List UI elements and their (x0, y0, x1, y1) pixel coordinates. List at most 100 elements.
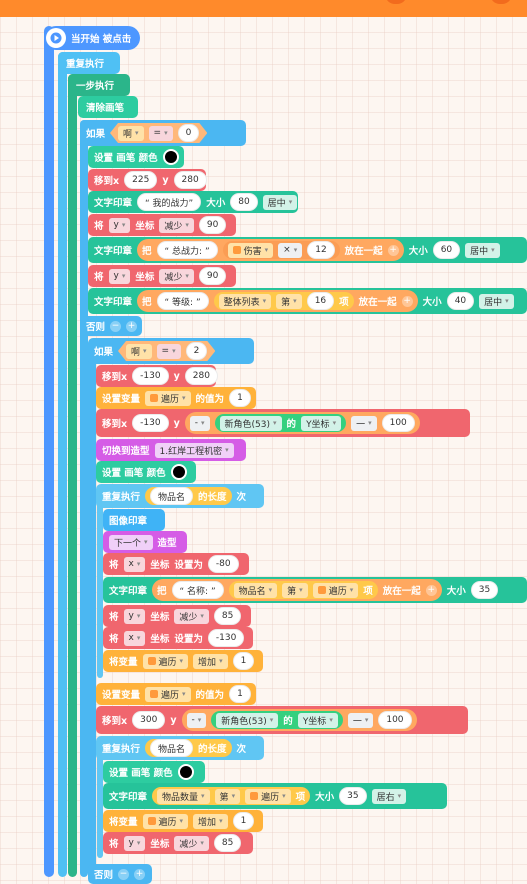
coord-value[interactable]: -130 (207, 629, 245, 647)
join-block[interactable]: 把 “ 名称: ” 物品名 ▾ 第 ▾ 遍历 ▾ 项 放在一起 + (152, 579, 442, 601)
loop-outer-block[interactable]: 重复执行 (58, 52, 120, 74)
set-coord-block-1[interactable]: 将 x ▾ 坐标 设置为 -80 (103, 553, 249, 575)
var-dropdown[interactable]: 遍历 ▾ (312, 582, 359, 598)
if-block-2[interactable]: 如果 啊 ▾ = ▾ 2 (88, 338, 254, 364)
list-dropdown[interactable]: 整体列表 ▾ (218, 293, 272, 309)
list-item-block[interactable]: 物品名 ▾ 第 ▾ 遍历 ▾ 项 (228, 581, 378, 599)
text-stamp-size[interactable]: 40 (446, 292, 475, 310)
move-x[interactable]: -130 (132, 367, 169, 385)
if1-var-dropdown[interactable]: 啊 ▾ (118, 126, 144, 141)
set-pen-color-block-3[interactable]: 设置 画笔 颜色 (103, 761, 205, 783)
op-dropdown[interactable]: 减少 ▾ (159, 217, 194, 233)
text-stamp-size[interactable]: 60 (432, 241, 461, 259)
subtract-block[interactable]: - ▾ 新角色(53) ▾ 的 Y坐标 ▾ 一 ▾ 100 (181, 709, 417, 731)
coord-value[interactable]: 85 (213, 834, 242, 852)
var-dropdown[interactable]: 遍历 ▾ (142, 813, 189, 829)
text-stamp-block-5[interactable]: 文字印章 物品数量 ▾ 第 ▾ 遍历 ▾ 项 大小 35 居右 ▾ (103, 783, 447, 809)
var-value-input[interactable]: 1 (232, 652, 255, 670)
coord-value[interactable]: 85 (213, 607, 242, 625)
var-value-input[interactable]: 1 (232, 812, 255, 830)
axis-dropdown[interactable]: y ▾ (123, 608, 146, 624)
move-to-block-2[interactable]: 移到x -130 y 280 (96, 365, 218, 387)
join-string[interactable]: “ 等级: ” (156, 292, 209, 310)
text-stamp-align-dropdown[interactable]: 居中 ▾ (465, 242, 500, 258)
move-y[interactable]: 280 (173, 171, 207, 189)
remove-icon[interactable]: − (118, 868, 130, 880)
var-dropdown[interactable]: 遍历 ▾ (145, 686, 191, 702)
join-block[interactable]: 把 “ 等级: ” 整体列表 ▾ 第 ▾ 16 项 放在一起 + (137, 290, 418, 312)
var-dropdown[interactable]: 遍历 ▾ (145, 390, 191, 406)
next-costume-block[interactable]: 下一个 ▾ 造型 (103, 531, 187, 553)
pen-color-swatch[interactable] (162, 149, 179, 165)
change-coord-block-2[interactable]: 将 y ▾ 坐标 减少 ▾ 90 (88, 265, 236, 287)
join-string[interactable]: “ 名称: ” (171, 581, 224, 599)
list-length-block[interactable]: 物品名 的长度 (145, 487, 232, 505)
text-stamp-size[interactable]: 80 (230, 193, 258, 211)
multiply-value[interactable]: 12 (307, 241, 335, 259)
text-stamp-block-1[interactable]: 文字印章 “ 我的战力” 大小 80 居中 ▾ (88, 191, 298, 213)
if1-op-dropdown[interactable]: = ▾ (149, 126, 173, 141)
subtract-block[interactable]: - ▾ 新角色(53) ▾ 的 Y坐标 ▾ 一 ▾ 100 (184, 412, 420, 434)
list-dropdown[interactable]: 物品名 ▾ (233, 582, 278, 598)
coord-value[interactable]: 90 (198, 216, 227, 234)
var-dropdown[interactable]: 遍历 ▾ (245, 788, 291, 804)
subtract-value[interactable]: 100 (381, 414, 415, 432)
change-coord-block-3[interactable]: 将 y ▾ 坐标 减少 ▾ 85 (103, 605, 251, 627)
join-string[interactable]: “ 总战力: ” (156, 241, 218, 259)
axis-dropdown[interactable]: x ▾ (123, 556, 146, 572)
repeat-block-1[interactable]: 重复执行 物品名 的长度 次 (96, 484, 264, 508)
if1-value[interactable]: 0 (178, 124, 200, 142)
repeat-block-2[interactable]: 重复执行 物品名 的长度 次 (96, 736, 264, 760)
change-variable-block-2[interactable]: 将变量 遍历 ▾ 增加 ▾ 1 (103, 810, 263, 832)
axis-dropdown[interactable]: y ▾ (108, 217, 131, 233)
add-icon[interactable]: + (126, 320, 138, 332)
list-length-block[interactable]: 物品名 的长度 (145, 739, 232, 757)
if2-var-dropdown[interactable]: 啊 ▾ (126, 344, 152, 359)
axis-dropdown[interactable]: y ▾ (108, 268, 131, 284)
text-stamp-align-dropdown[interactable]: 居右 ▾ (371, 788, 407, 804)
coord-value[interactable]: -80 (207, 555, 239, 573)
move-x[interactable]: 300 (132, 711, 166, 729)
text-stamp-size[interactable]: 35 (470, 581, 499, 599)
nth-dropdown[interactable]: 第 ▾ (276, 293, 302, 309)
sprite-dropdown[interactable]: 新角色(53) ▾ (219, 415, 282, 431)
multiply-block[interactable]: 伤害 ▾ × ▾ 12 (222, 241, 340, 259)
when-start-clicked-block[interactable]: 当开始 被点击 (44, 26, 140, 50)
set-coord-block-2[interactable]: 将 x ▾ 坐标 设置为 -130 (103, 627, 253, 649)
text-stamp-size[interactable]: 35 (339, 787, 367, 805)
axis-dropdown[interactable]: y ▾ (123, 835, 146, 851)
axis-dropdown[interactable]: x ▾ (123, 630, 146, 646)
text-stamp-block-4[interactable]: 文字印章 把 “ 名称: ” 物品名 ▾ 第 ▾ 遍历 ▾ 项 放在一起 + 大小 3… (103, 577, 527, 603)
text-stamp-block-3[interactable]: 文字印章 把 “ 等级: ” 整体列表 ▾ 第 ▾ 16 项 放在一起 + 大小 4… (88, 288, 527, 314)
list-dropdown[interactable]: 物品数量 ▾ (157, 788, 210, 804)
move-to-block-3[interactable]: 移到x -130 y - ▾ 新角色(53) ▾ 的 Y坐标 ▾ 一 ▾ 100 (96, 409, 470, 437)
set-variable-block-1[interactable]: 设置变量 遍历 ▾ 的值为 1 (96, 387, 256, 409)
change-coord-block-4[interactable]: 将 y ▾ 坐标 减少 ▾ 85 (103, 832, 253, 854)
change-coord-block-1[interactable]: 将 y ▾ 坐标 减少 ▾ 90 (88, 214, 236, 236)
clear-pen-block[interactable]: 清除画笔 (78, 96, 138, 118)
remove-icon[interactable]: − (110, 320, 122, 332)
list-index[interactable]: 16 (306, 292, 335, 310)
change-variable-block-1[interactable]: 将变量 遍历 ▾ 增加 ▾ 1 (103, 650, 263, 672)
subtract-value[interactable]: 100 (378, 711, 412, 729)
move-x[interactable]: 225 (124, 171, 158, 189)
move-to-block-1[interactable]: 移到x 225 y 280 (88, 169, 207, 191)
nth-dropdown[interactable]: 第 ▾ (214, 788, 241, 804)
op-dropdown[interactable]: × ▾ (278, 242, 303, 258)
nth-dropdown[interactable]: 第 ▾ (282, 582, 308, 598)
costume-dropdown[interactable]: 1.红岸工程机密 ▾ (154, 442, 234, 458)
var-value-input[interactable]: 1 (229, 389, 251, 407)
sign-dropdown[interactable]: - ▾ (186, 712, 207, 728)
op-dropdown[interactable]: 一 ▾ (347, 712, 374, 728)
op-dropdown[interactable]: 增加 ▾ (193, 653, 228, 669)
else-row-1[interactable]: 否则 − + (80, 316, 142, 336)
add-icon[interactable]: + (401, 295, 413, 307)
var-value-input[interactable]: 1 (229, 685, 251, 703)
add-icon[interactable]: + (425, 584, 437, 596)
else-row-2[interactable]: 否则 − + (88, 864, 152, 884)
set-pen-color-block-1[interactable]: 设置 画笔 颜色 (88, 146, 184, 168)
if2-condition[interactable]: 啊 ▾ = ▾ 2 (118, 341, 215, 361)
op-dropdown[interactable]: 减少 ▾ (174, 835, 209, 851)
op-dropdown[interactable]: 减少 ▾ (174, 608, 209, 624)
var-dropdown[interactable]: 伤害 ▾ (227, 242, 274, 258)
